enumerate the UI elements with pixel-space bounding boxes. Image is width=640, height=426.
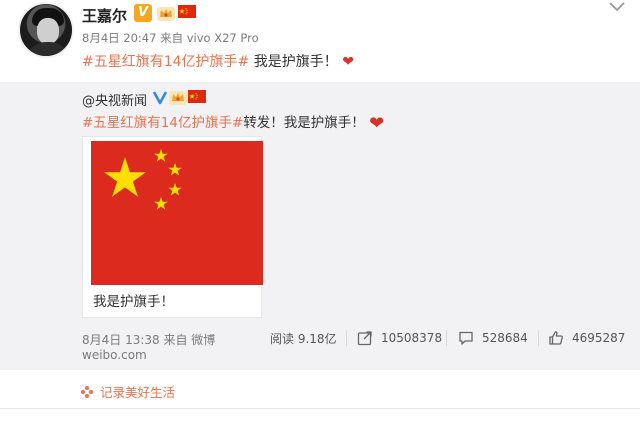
post-text: #五星红旗有14亿护旗手# 我是护旗手！ ❤ xyxy=(82,51,354,71)
avatar[interactable] xyxy=(18,2,74,58)
flower-icon xyxy=(81,385,93,398)
repost-count: 10508378 xyxy=(381,331,443,345)
read-count: 阅读 9.18亿 xyxy=(270,330,337,347)
crown-badge-icon xyxy=(157,7,175,21)
post-meta: 8月4日 20:47 来自 vivo X27 Pro xyxy=(82,31,259,45)
share-icon xyxy=(357,331,372,346)
life-tag[interactable]: 记录美好生活 xyxy=(80,382,175,401)
comment-icon xyxy=(459,331,473,345)
comment-button[interactable]: 528684 xyxy=(458,330,528,346)
like-button[interactable]: 4695287 xyxy=(548,330,625,346)
thumbs-up-icon xyxy=(549,331,563,345)
life-tag-label: 记录美好生活 xyxy=(100,385,176,400)
verified-blue-badge-icon xyxy=(152,91,168,105)
hashtag-link[interactable]: #五星红旗有14亿护旗手# xyxy=(82,115,243,131)
original-post-text: #五星红旗有14亿护旗手#转发！我是护旗手！ ❤ xyxy=(82,111,384,134)
author-name[interactable]: 王嘉尔 xyxy=(82,5,127,26)
comment-count: 528684 xyxy=(482,331,528,345)
repost-button[interactable]: 10508378 xyxy=(357,330,442,346)
china-flag-icon xyxy=(188,90,206,103)
original-post-body: 转发！我是护旗手！ xyxy=(243,115,365,131)
read-count-label: 阅读 9.18亿 xyxy=(270,332,337,346)
original-author-link[interactable]: @央视新闻 xyxy=(82,90,147,109)
card-caption: 我是护旗手！ xyxy=(93,294,174,310)
weibo-post: 王嘉尔 V 8月4日 20:47 来自 vivo X27 Pro #五星红旗有1… xyxy=(0,0,640,426)
china-flag-image[interactable] xyxy=(91,141,263,285)
heart-icon: ❤ xyxy=(369,113,385,134)
chevron-down-icon[interactable] xyxy=(604,0,630,14)
source-domain[interactable]: weibo.com xyxy=(82,348,147,362)
divider xyxy=(346,330,347,346)
divider xyxy=(538,330,539,346)
crown-badge-icon xyxy=(169,91,187,105)
post-body: 我是护旗手！ xyxy=(249,54,338,70)
china-flag-icon xyxy=(178,5,196,18)
divider xyxy=(446,330,447,346)
original-post-meta: 8月4日 13:38 来自 微博 xyxy=(82,333,216,347)
bottom-action-bar xyxy=(0,408,640,426)
image-card[interactable]: 我是护旗手！ xyxy=(82,136,263,318)
like-count: 4695287 xyxy=(572,331,626,345)
heart-icon: ❤ xyxy=(342,54,354,70)
hashtag-link[interactable]: #五星红旗有14亿护旗手# xyxy=(82,54,249,70)
verified-badge-icon: V xyxy=(134,4,152,22)
